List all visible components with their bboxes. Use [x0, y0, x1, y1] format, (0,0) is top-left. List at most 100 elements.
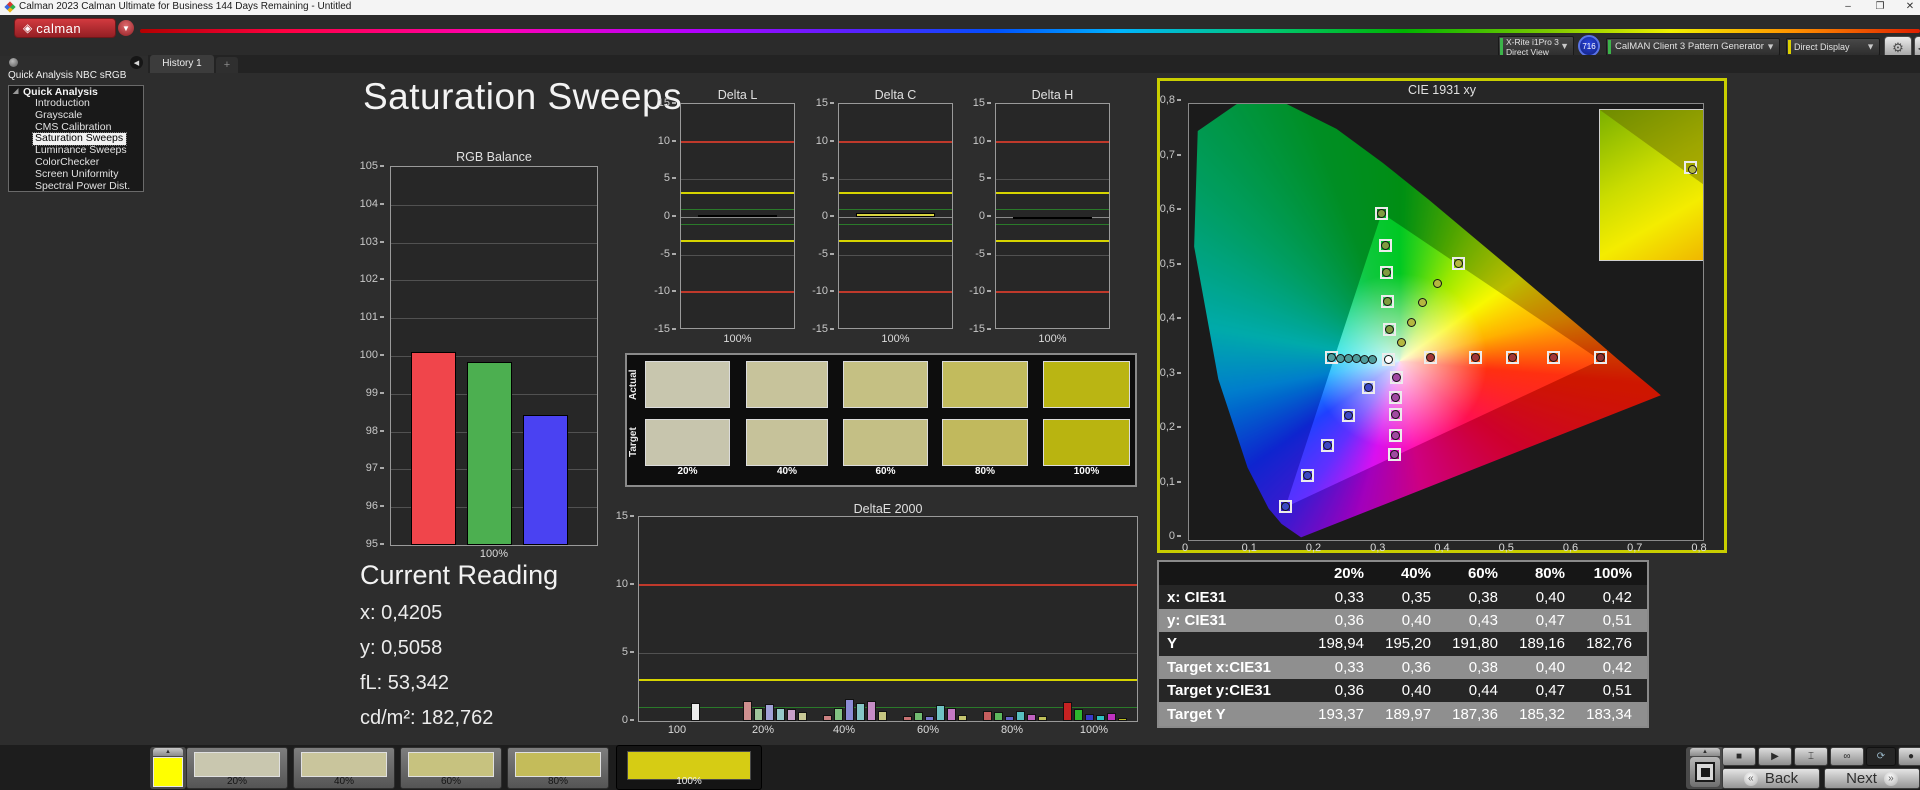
rgb-ytick: 101 — [348, 311, 384, 323]
delta_c-ytick: 10 — [800, 135, 834, 147]
delta_l-chart — [680, 103, 795, 329]
pattern-window-button[interactable] — [1690, 757, 1720, 787]
current-reading-fl: fL: 53,342 — [360, 672, 449, 694]
pattern-window-chevron-up-icon[interactable]: ▲ — [1690, 748, 1720, 756]
deltae-bar — [983, 711, 992, 721]
add-tab-button[interactable]: + — [216, 57, 238, 73]
deltae-ytick: 15 — [600, 510, 634, 522]
cie-ytick: 0 — [1149, 530, 1181, 542]
interval-icon[interactable]: ⌶ — [1794, 747, 1828, 766]
limit-line — [996, 291, 1109, 294]
chevron-down-icon: ▼ — [1766, 41, 1775, 52]
deltae-bar — [823, 714, 832, 721]
deltae-bar — [1027, 714, 1036, 721]
source-status-accent — [1608, 40, 1611, 54]
cie-measured-marker — [1302, 471, 1312, 481]
stop-icon[interactable]: ■ — [1722, 747, 1756, 766]
pattern-button-80%[interactable]: 80% — [507, 747, 609, 789]
rgb-ytick: 103 — [348, 236, 384, 248]
table-row: y: CIE31 0,36 0,40 0,43 0,47 0,51 — [1159, 608, 1647, 633]
meter-dropdown[interactable]: X-Rite i1Pro 3 Direct View ▼ — [1498, 36, 1574, 57]
deltae-bar — [743, 701, 752, 721]
gridline — [996, 179, 1109, 181]
pattern-button-60%[interactable]: 60% — [400, 747, 502, 789]
calman-logo-icon: ◈ — [23, 21, 33, 35]
current-reading-y: y: 0,5058 — [360, 637, 443, 659]
record-icon[interactable]: ● — [1898, 747, 1920, 766]
delta_l-ytick: -5 — [642, 248, 676, 260]
cie-ytick: 0,6 — [1149, 203, 1181, 215]
deltae-bar — [947, 708, 956, 721]
deltae-ytick: 0 — [600, 714, 634, 726]
play-icon[interactable]: ▶ — [1758, 747, 1792, 766]
display-control-dropdown[interactable]: Direct Display Control ▼ — [1786, 38, 1880, 68]
table-cell: 0,47 — [1535, 682, 1565, 700]
delta_l-ytick: 0 — [642, 210, 676, 222]
pattern-button-40%[interactable]: 40% — [293, 747, 395, 789]
sidebar-item-screen-uniformity[interactable]: Screen Uniformity — [9, 168, 143, 181]
page-title: Saturation Sweeps — [363, 76, 683, 117]
close-icon[interactable]: ✕ — [1898, 0, 1920, 14]
sidebar-collapse-icon[interactable]: ◀ — [130, 56, 143, 69]
tab-history-1[interactable]: History 1 — [150, 55, 214, 73]
deltae-group — [976, 517, 1054, 721]
source-dropdown[interactable]: CalMAN Client 3 Pattern Generator ▼ — [1606, 38, 1780, 56]
cie-xtick: 0,1 — [1241, 542, 1257, 554]
back-label: Back — [1764, 770, 1799, 787]
cie-xtick: 0,4 — [1434, 542, 1450, 554]
deltae-bar — [1085, 714, 1094, 721]
deltae-bar — [1005, 715, 1014, 721]
table-cell: 0,38 — [1468, 588, 1498, 606]
swatch-target-100% — [1043, 419, 1130, 466]
pattern-button-100%[interactable]: 100% — [616, 745, 762, 790]
deltae-bar — [958, 714, 967, 721]
maximize-icon[interactable]: ❐ — [1868, 0, 1892, 14]
rgb-ytick: 95 — [348, 538, 384, 550]
limit-line — [681, 208, 794, 210]
calman-menu-chevron-down-icon[interactable]: ▼ — [118, 20, 134, 36]
swatch-target-40% — [746, 419, 828, 466]
next-button[interactable]: Next » — [1824, 768, 1920, 789]
pattern-preview-chevron-up-icon[interactable]: ▲ — [153, 748, 183, 756]
pattern-button-20%[interactable]: 20% — [186, 747, 288, 789]
table-cell: 0,33 — [1334, 658, 1364, 676]
meter-status-accent — [1500, 38, 1503, 55]
sidebar-item-grayscale[interactable]: Grayscale — [9, 109, 143, 122]
sidebar-item-spectral-power-dist-[interactable]: Spectral Power Dist. — [9, 180, 143, 191]
display-status-accent — [1788, 40, 1791, 54]
tree-root-quick-analysis[interactable]: ◢ Quick Analysis — [9, 86, 143, 98]
rainbow-spectrum-bar — [140, 29, 1920, 33]
table-row: Target Y 193,37 189,97 187,36 185,32 183,34 — [1159, 702, 1647, 726]
current-reading-cdm2: cd/m²: 182,762 — [360, 707, 494, 729]
gridline — [839, 179, 952, 181]
table-cell: 189,16 — [1519, 635, 1565, 653]
deltae-bar — [787, 708, 796, 721]
swatch-target-80% — [942, 419, 1028, 466]
deltae-bar — [1096, 714, 1105, 721]
cie-measured-marker — [1417, 297, 1427, 307]
table-cell: 0,35 — [1401, 588, 1431, 606]
infinity-icon[interactable]: ∞ — [1830, 747, 1864, 766]
table-cell: 0,42 — [1602, 658, 1632, 676]
sidebar-item-colorchecker[interactable]: ColorChecker — [9, 156, 143, 169]
cie-ytick: 0,3 — [1149, 367, 1181, 379]
cie-measured-marker — [1383, 354, 1393, 364]
limit-line — [681, 224, 794, 226]
back-button[interactable]: « Back — [1722, 768, 1820, 789]
deltae2000-chart — [638, 516, 1138, 722]
limit-line — [839, 240, 952, 243]
swatch-col-label: 60% — [875, 466, 896, 477]
limit-line — [996, 140, 1109, 143]
deltae-bar — [845, 699, 854, 721]
deltae-bar — [1063, 701, 1072, 721]
limit-line — [839, 140, 952, 143]
chevron-down-icon: ▼ — [1866, 41, 1875, 52]
calman-menu-button[interactable]: ◈ calman — [14, 18, 116, 38]
deltae-xlabel: 40% — [832, 724, 856, 736]
sidebar-dot-button[interactable] — [9, 58, 18, 67]
minimize-icon[interactable]: – — [1836, 0, 1860, 14]
pattern-swatch — [194, 752, 280, 777]
sync-icon[interactable]: ⟳ — [1866, 747, 1896, 766]
table-header-cell: 60% — [1467, 565, 1498, 583]
cie-xtick: 0,3 — [1370, 542, 1386, 554]
